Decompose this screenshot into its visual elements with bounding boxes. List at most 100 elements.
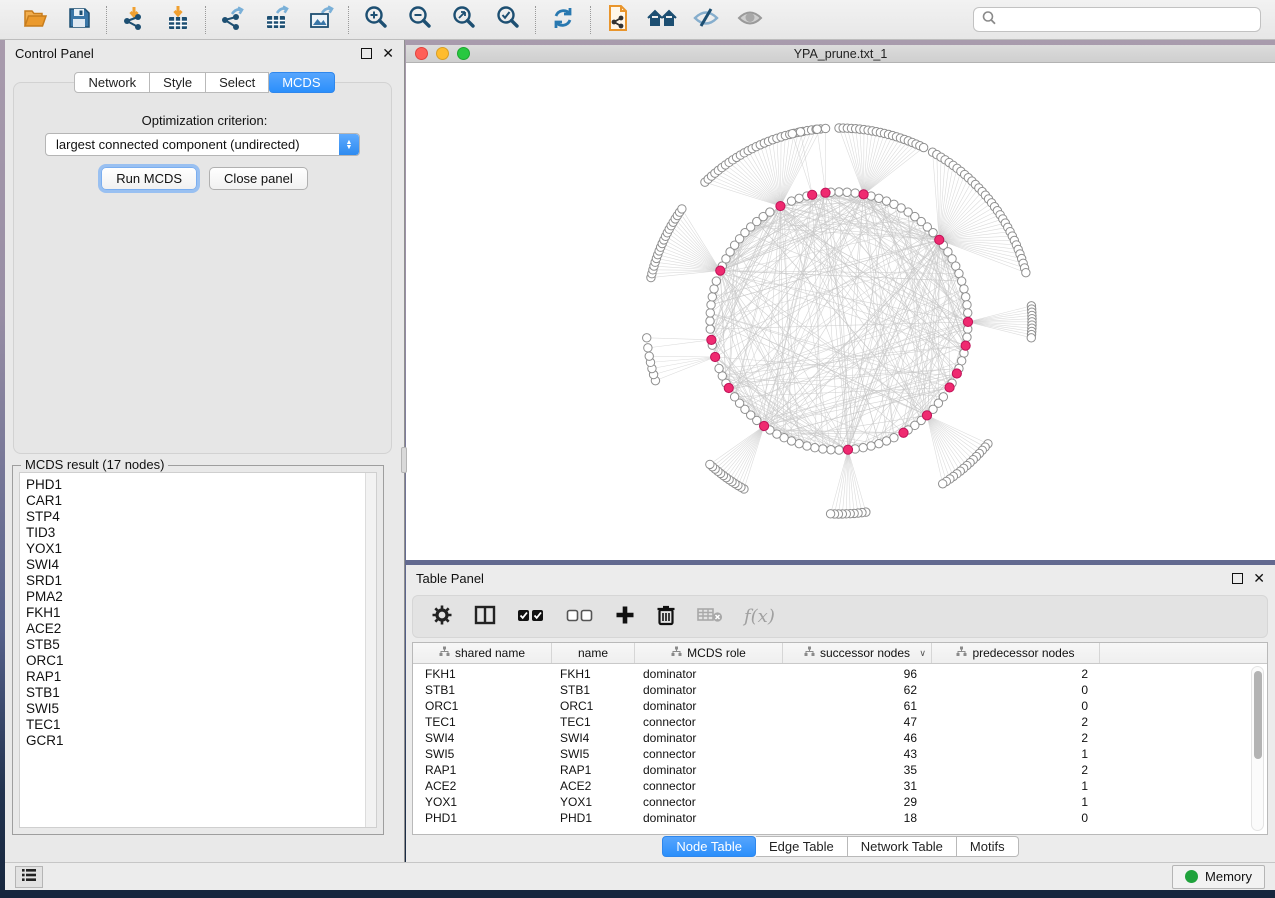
network-edge[interactable] — [839, 128, 864, 194]
network-hub-node[interactable] — [707, 335, 716, 344]
open-file-button[interactable] — [20, 5, 50, 35]
mcds-result-item[interactable]: ORC1 — [26, 653, 376, 669]
network-node[interactable] — [957, 277, 965, 285]
table-cell[interactable]: SWI5 — [413, 747, 552, 761]
network-node[interactable] — [963, 301, 971, 309]
network-node[interactable] — [708, 293, 716, 301]
network-hub-node[interactable] — [843, 445, 852, 454]
function-builder-button[interactable]: f(x) — [744, 606, 775, 627]
network-edge[interactable] — [648, 340, 712, 348]
save-session-button[interactable] — [64, 5, 94, 35]
export-image-button[interactable] — [306, 5, 336, 35]
network-node[interactable] — [819, 445, 827, 453]
network-node[interactable] — [960, 285, 968, 293]
mcds-result-item[interactable]: CAR1 — [26, 493, 376, 509]
network-node[interactable] — [803, 442, 811, 450]
network-edge[interactable] — [673, 222, 720, 270]
network-node[interactable] — [706, 325, 714, 333]
network-edge[interactable] — [848, 450, 866, 512]
table-cell[interactable]: FKH1 — [552, 667, 635, 681]
table-cell[interactable]: 29 — [783, 795, 932, 809]
panel-splitter-handle[interactable] — [401, 447, 407, 473]
network-edge[interactable] — [856, 129, 864, 195]
table-row[interactable]: PHD1PHD1dominator180 — [413, 810, 1267, 826]
table-cell[interactable]: 1 — [932, 795, 1100, 809]
network-edge[interactable] — [927, 415, 953, 476]
network-edge[interactable] — [715, 357, 823, 449]
network-edge[interactable] — [927, 415, 973, 459]
sort-chevron-icon[interactable]: ∨ — [919, 648, 926, 659]
network-node[interactable] — [710, 285, 718, 293]
table-cell[interactable]: dominator — [635, 667, 783, 681]
network-edge[interactable] — [927, 415, 988, 443]
close-panel-icon[interactable]: ✕ — [382, 46, 394, 60]
column-header-predecessor-nodes[interactable]: predecessor nodes — [932, 643, 1100, 663]
table-row[interactable]: SWI5SWI5connector431 — [413, 746, 1267, 762]
network-edge[interactable] — [927, 415, 985, 447]
tab-node-table[interactable]: Node Table — [662, 836, 756, 857]
network-node[interactable] — [827, 446, 835, 454]
table-cell[interactable]: 61 — [783, 699, 932, 713]
memory-button[interactable]: Memory — [1172, 865, 1265, 889]
network-node[interactable] — [712, 277, 720, 285]
network-node[interactable] — [706, 460, 714, 468]
refresh-layout-button[interactable] — [548, 5, 578, 35]
table-cell[interactable]: STB1 — [413, 683, 552, 697]
network-hub-node[interactable] — [759, 421, 768, 430]
table-cell[interactable]: 47 — [783, 715, 932, 729]
tab-motifs[interactable]: Motifs — [957, 836, 1019, 857]
network-edge[interactable] — [764, 143, 780, 206]
network-edge[interactable] — [721, 426, 764, 473]
run-mcds-button[interactable]: Run MCDS — [101, 167, 197, 190]
network-node[interactable] — [796, 128, 804, 136]
mcds-result-item[interactable]: SRD1 — [26, 573, 376, 589]
network-node[interactable] — [1022, 268, 1030, 276]
unselect-all-columns-button[interactable] — [566, 607, 594, 626]
network-hub-node[interactable] — [952, 369, 961, 378]
network-edge[interactable] — [927, 415, 957, 473]
export-network-button[interactable] — [218, 5, 248, 35]
network-edge[interactable] — [710, 321, 764, 426]
network-edge[interactable] — [835, 450, 848, 514]
network-edge[interactable] — [864, 148, 924, 195]
network-node[interactable] — [706, 309, 714, 317]
network-node[interactable] — [964, 309, 972, 317]
close-table-panel-icon[interactable]: ✕ — [1253, 571, 1265, 585]
table-row[interactable]: STB1STB1dominator620 — [413, 682, 1267, 698]
mcds-result-item[interactable]: TEC1 — [26, 717, 376, 733]
network-edge[interactable] — [927, 415, 960, 471]
table-cell[interactable]: 2 — [932, 731, 1100, 745]
table-row[interactable]: ORC1ORC1dominator610 — [413, 698, 1267, 714]
column-header-shared-name[interactable]: shared name — [413, 643, 552, 663]
network-node[interactable] — [919, 143, 927, 151]
mcds-result-item[interactable]: SWI4 — [26, 557, 376, 573]
network-node[interactable] — [707, 301, 715, 309]
column-header-successor-nodes[interactable]: successor nodes ∨ — [783, 643, 932, 663]
export-table-button[interactable] — [262, 5, 292, 35]
table-cell[interactable]: 62 — [783, 683, 932, 697]
table-cell[interactable]: ORC1 — [413, 699, 552, 713]
table-cell[interactable]: connector — [635, 795, 783, 809]
table-cell[interactable]: YOX1 — [413, 795, 552, 809]
table-cell[interactable]: 96 — [783, 667, 932, 681]
mcds-result-item[interactable]: STB1 — [26, 685, 376, 701]
table-scrollbar-thumb[interactable] — [1254, 671, 1262, 759]
network-edge[interactable] — [652, 271, 720, 274]
network-edge[interactable] — [735, 426, 764, 484]
table-cell[interactable]: 43 — [783, 747, 932, 761]
table-row[interactable]: ACE2ACE2connector311 — [413, 778, 1267, 794]
mcds-list-scrollbar[interactable] — [365, 473, 376, 827]
network-edge[interactable] — [732, 426, 764, 482]
network-edge[interactable] — [726, 426, 764, 478]
network-from-selection-button[interactable] — [603, 5, 633, 35]
mcds-result-item[interactable]: YOX1 — [26, 541, 376, 557]
network-hub-node[interactable] — [808, 190, 817, 199]
network-edge[interactable] — [927, 415, 982, 450]
network-node[interactable] — [963, 333, 971, 341]
network-edge[interactable] — [752, 149, 780, 206]
network-hub-node[interactable] — [961, 341, 970, 350]
search-input[interactable] — [1002, 12, 1253, 27]
table-cell[interactable]: 1 — [932, 747, 1100, 761]
zoom-in-button[interactable] — [361, 5, 391, 35]
network-node[interactable] — [1027, 334, 1035, 342]
